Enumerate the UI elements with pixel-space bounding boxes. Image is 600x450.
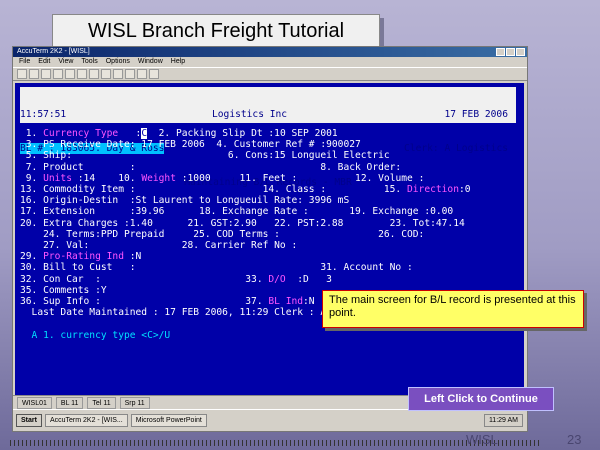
field-row-9: 9. Units :14 10. Weight :1000 11. Feet :… xyxy=(20,172,425,184)
field-row-17: 17. Extension :39.96 18. Exchange Rate :… xyxy=(20,206,454,218)
terminal-date: 17 FEB 2006 xyxy=(444,109,508,121)
units-label: Units xyxy=(43,172,72,184)
copy-icon[interactable] xyxy=(77,69,87,79)
bl-ind-label: BL Ind xyxy=(268,296,304,307)
maximize-icon[interactable] xyxy=(506,48,515,56)
pro-rating-value: :N xyxy=(123,251,142,263)
menu-window[interactable]: Window xyxy=(138,57,163,67)
help-icon[interactable] xyxy=(149,69,159,79)
direction-value: :0 xyxy=(458,184,471,195)
connect-icon[interactable] xyxy=(125,69,135,79)
taskbar-item[interactable]: AccuTerm 2K2 - [WIS... xyxy=(44,414,128,427)
units-value: :14 xyxy=(72,172,96,184)
currency-type-label: Currency Type xyxy=(43,128,119,139)
packing-slip-date: 2. Packing Slip Dt :10 SEP 2001 xyxy=(158,128,338,139)
terminal-header: 11:57:51 Logistics Inc 17 FEB 2006 BL # : … xyxy=(20,87,516,188)
field-row-16: 16. Origin-Destin :St Laurent to Longueu… xyxy=(20,195,350,207)
terminal-window: AccuTerm 2K2 - [WISL] File Edit View Too… xyxy=(12,46,528,432)
clerk-name: Clerk: A Logistics xyxy=(404,143,508,154)
weight-label: Weight xyxy=(141,172,176,184)
taskbar: Start AccuTerm 2K2 - [WIS... Microsoft P… xyxy=(13,409,527,431)
field-row-24: 24. Terms:PPD Prepaid 25. COD Terms : 26… xyxy=(20,228,425,240)
taskbar-item[interactable]: Microsoft PowerPoint xyxy=(130,414,207,427)
menu-file[interactable]: File xyxy=(19,57,30,67)
save-icon[interactable] xyxy=(41,69,51,79)
slide-footer: WISL 23 xyxy=(0,432,600,450)
start-button[interactable]: Start xyxy=(16,414,42,427)
field-row-20: 20. Extra Charges :1.40 21. GST:2.90 22.… xyxy=(20,217,465,229)
status-item: WISL01 xyxy=(17,397,52,409)
menu-bar: File Edit View Tools Options Window Help xyxy=(13,57,527,67)
prompt-line: A 1. currency type <C>/U xyxy=(20,329,171,341)
menu-view[interactable]: View xyxy=(58,57,73,67)
field-row-1: 1. Currency Type :C 2. Packing Slip Dt :… xyxy=(20,128,338,139)
callout-note: The main screen for B/L record is presen… xyxy=(322,290,584,328)
weight-value: :1000 xyxy=(175,172,211,184)
do-label: D/O xyxy=(268,273,286,285)
decorative-bar xyxy=(10,440,540,446)
menu-options[interactable]: Options xyxy=(106,57,130,67)
close-icon[interactable] xyxy=(516,48,525,56)
open-icon[interactable] xyxy=(29,69,39,79)
field-row-32: 32. Con Car : 33. D/O :D 3 xyxy=(20,273,332,285)
field-row-7: 7. Product : 8. Back Order: xyxy=(20,161,402,173)
paste-icon[interactable] xyxy=(89,69,99,79)
print-icon[interactable] xyxy=(53,69,63,79)
do-value: :D 3 xyxy=(285,273,332,285)
pro-rating-label: Pro-Rating Ind xyxy=(43,251,124,263)
taskbar-clock: 11:29 AM xyxy=(483,414,523,427)
footer-brand: WISL xyxy=(466,432,498,447)
company-name: Logistics Inc xyxy=(212,109,288,121)
field-row-35: 35. Comments :Y xyxy=(20,284,107,296)
terminal-screen[interactable]: 11:57:51 Logistics Inc 17 FEB 2006 BL # : … xyxy=(15,83,524,395)
status-item: Srp 11 xyxy=(119,397,150,409)
disconnect-icon[interactable] xyxy=(137,69,147,79)
page-number: 23 xyxy=(567,432,582,447)
field-row-29: 29. Pro-Rating Ind :N xyxy=(20,251,142,263)
field-row-3: 3. PS Receive Date: 17 FEB 2006 4. Custo… xyxy=(20,139,361,151)
direction-label: Direction xyxy=(407,184,459,195)
field-row-13: 13. Commodity Item : 14. Class : 15. Dir… xyxy=(20,184,471,195)
settings-icon[interactable] xyxy=(113,69,123,79)
bl-ind-value: :N xyxy=(303,296,315,307)
menu-edit[interactable]: Edit xyxy=(38,57,50,67)
field-row-36: 36. Sup Info : 37. BL Ind:N xyxy=(20,296,315,307)
field-row-30: 30. Bill to Cust : 31. Account No : xyxy=(20,262,413,274)
continue-button[interactable]: Left Click to Continue xyxy=(408,387,554,411)
field-row-5: 5. Ship: 6. Cons:15 Longueil Electric xyxy=(20,150,390,162)
field-row-27: 27. Val: 28. Carrier Ref No : xyxy=(20,240,298,251)
terminal-time: 11:57:51 xyxy=(20,109,67,121)
menu-tools[interactable]: Tools xyxy=(81,57,97,67)
window-title: AccuTerm 2K2 - [WISL] xyxy=(17,48,90,55)
status-item: BL 11 xyxy=(55,397,84,409)
slide-title: WISL Branch Freight Tutorial xyxy=(52,14,380,48)
minimize-icon[interactable] xyxy=(496,48,505,56)
find-icon[interactable] xyxy=(101,69,111,79)
cut-icon[interactable] xyxy=(65,69,75,79)
status-item: Tel 11 xyxy=(87,397,116,409)
toolbar xyxy=(13,67,527,81)
new-icon[interactable] xyxy=(17,69,27,79)
menu-help[interactable]: Help xyxy=(171,57,185,67)
window-titlebar: AccuTerm 2K2 - [WISL] xyxy=(13,47,527,57)
